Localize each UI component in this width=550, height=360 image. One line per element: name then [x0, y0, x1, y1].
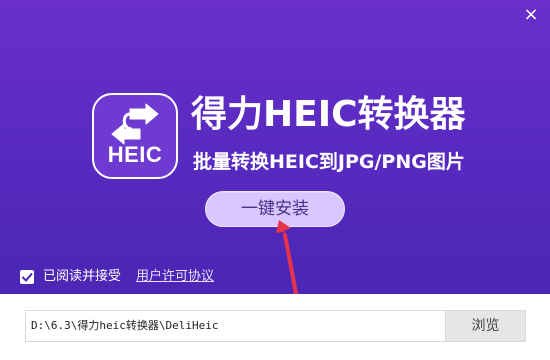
license-agreement-link[interactable]: 用户许可协议 [136, 268, 214, 286]
checkmark-icon [22, 273, 33, 282]
agree-checkbox[interactable] [20, 270, 34, 284]
install-path-panel: D:\6.3\得力heic转换器\DeliHeic 浏览 [0, 294, 550, 360]
install-path-input[interactable]: D:\6.3\得力heic转换器\DeliHeic [25, 310, 445, 342]
logo-text: HEIC [107, 142, 163, 167]
app-logo: HEIC [92, 93, 178, 179]
close-icon[interactable]: × [522, 6, 540, 24]
app-title: 得力HEIC转换器 [191, 94, 466, 135]
agreement-row: 已阅读并接受 用户许可协议 [20, 268, 214, 286]
installer-window: × HEIC 得力HEIC转换器 批量转换HEIC到JPG/PNG图片 一键安装… [0, 0, 550, 360]
browse-button[interactable]: 浏览 [445, 310, 526, 342]
app-subtitle: 批量转换HEIC到JPG/PNG图片 [193, 151, 465, 173]
one-click-install-button[interactable]: 一键安装 [205, 191, 345, 227]
swap-arrows-icon [111, 103, 159, 145]
agree-label: 已阅读并接受 [43, 269, 122, 284]
